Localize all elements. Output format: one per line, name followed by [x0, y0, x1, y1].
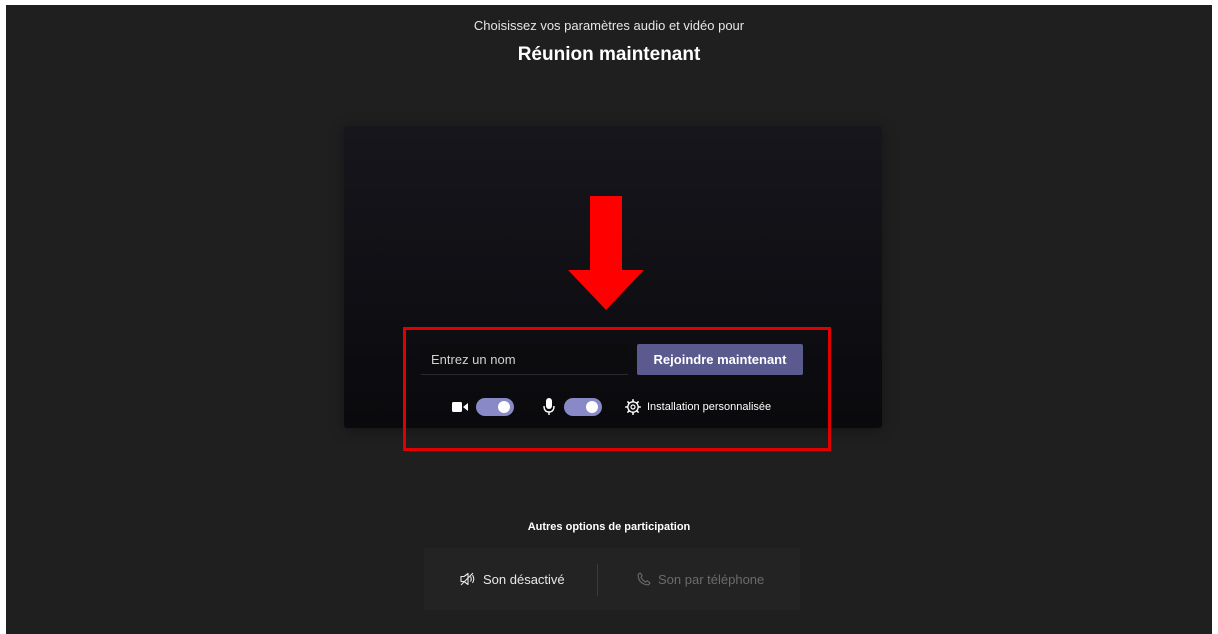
- camera-toggle-knob: [498, 401, 510, 413]
- video-camera-icon: [452, 402, 468, 412]
- name-input[interactable]: [421, 344, 628, 375]
- custom-setup-label: Installation personnalisée: [647, 401, 772, 413]
- other-join-options-bar: Son désactivé Son par téléphone: [424, 548, 800, 610]
- page-subtitle: Choisissez vos paramètres audio et vidéo…: [473, 18, 745, 33]
- phone-icon: [637, 572, 651, 586]
- camera-toggle[interactable]: [476, 398, 514, 416]
- options-divider: [597, 564, 598, 596]
- other-join-options-title: Autres options de participation: [527, 521, 691, 533]
- custom-setup-button[interactable]: Installation personnalisée: [625, 398, 771, 416]
- phone-audio-option: Son par téléphone: [637, 548, 764, 610]
- join-now-button[interactable]: Rejoindre maintenant: [637, 344, 803, 375]
- phone-audio-label: Son par téléphone: [658, 571, 765, 587]
- annotation-arrow: [568, 196, 644, 310]
- microphone-toggle[interactable]: [564, 398, 602, 416]
- meeting-title: Réunion maintenant: [517, 44, 701, 65]
- microphone-toggle-knob: [586, 401, 598, 413]
- gear-icon: [625, 399, 641, 415]
- audio-off-option[interactable]: Son désactivé: [460, 548, 565, 610]
- speaker-off-icon: [460, 572, 475, 586]
- microphone-icon: [543, 398, 555, 415]
- audio-off-label: Son désactivé: [483, 571, 565, 587]
